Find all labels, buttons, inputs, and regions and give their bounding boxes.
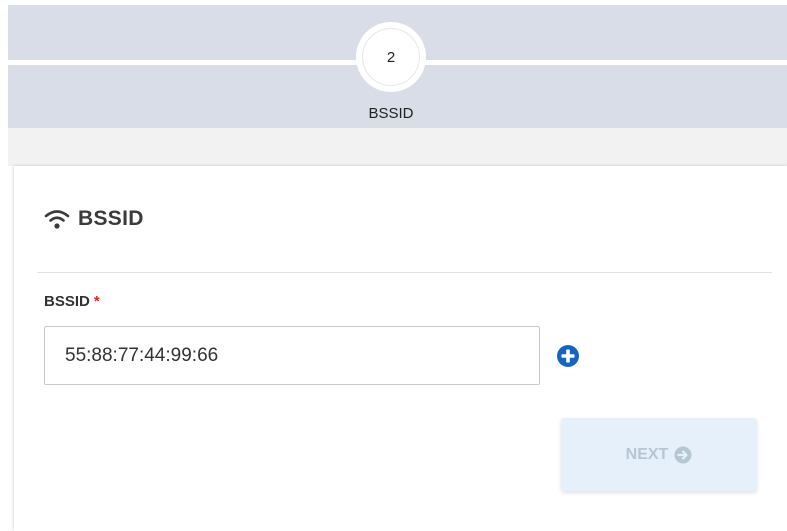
- bssid-label-text: BSSID: [44, 293, 90, 310]
- card-header: BSSID: [44, 204, 144, 234]
- bssid-input[interactable]: [44, 326, 540, 385]
- wifi-icon: [44, 208, 70, 230]
- bssid-card: BSSID BSSID* NEXT: [14, 166, 787, 531]
- next-button[interactable]: NEXT: [561, 418, 757, 491]
- required-marker: *: [93, 293, 100, 310]
- card-title: BSSID: [78, 207, 144, 230]
- step-label: BSSID: [368, 105, 414, 122]
- header-divider: [37, 272, 772, 273]
- step-number: 2: [362, 28, 420, 86]
- step-indicator: 2: [356, 22, 426, 92]
- next-button-label: NEXT: [625, 445, 669, 463]
- plus-circle-icon[interactable]: [556, 344, 580, 368]
- arrow-circle-right-icon: [674, 446, 692, 464]
- content-separator: [8, 128, 787, 166]
- wizard-stepper: 2 BSSID: [8, 5, 787, 128]
- wizard-page: 2 BSSID BSSID BSSID * 55:88:77:44:99:66 …: [0, 0, 787, 531]
- bssid-field-label: BSSID *: [44, 293, 100, 310]
